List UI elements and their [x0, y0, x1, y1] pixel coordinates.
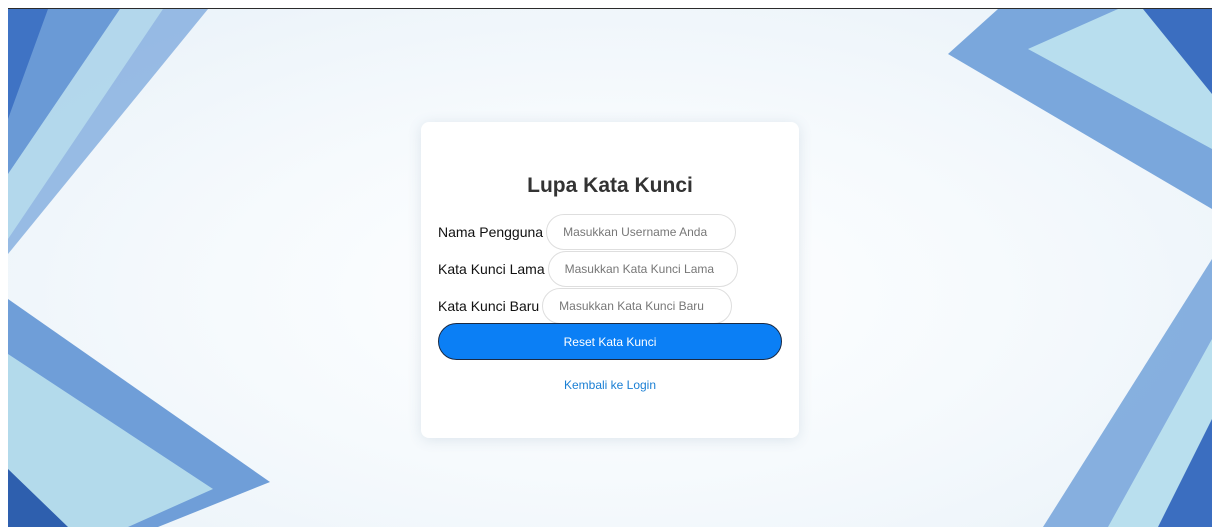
- reset-password-card: Lupa Kata Kunci Nama Pengguna Kata Kunci…: [421, 122, 799, 438]
- card-title: Lupa Kata Kunci: [527, 174, 693, 197]
- new-password-row: Kata Kunci Baru: [438, 288, 733, 324]
- old-password-row: Kata Kunci Lama: [438, 251, 738, 287]
- new-password-label: Kata Kunci Baru: [438, 298, 540, 314]
- old-password-label: Kata Kunci Lama: [438, 261, 545, 277]
- old-password-input[interactable]: [547, 251, 738, 287]
- username-input[interactable]: [546, 214, 737, 250]
- username-label: Nama Pengguna: [438, 224, 544, 240]
- new-password-input[interactable]: [542, 288, 733, 324]
- reset-password-button[interactable]: Reset Kata Kunci: [438, 323, 782, 360]
- back-to-login-link[interactable]: Kembali ke Login: [421, 378, 799, 392]
- page-background: Lupa Kata Kunci Nama Pengguna Kata Kunci…: [8, 9, 1212, 527]
- username-row: Nama Pengguna: [438, 214, 737, 250]
